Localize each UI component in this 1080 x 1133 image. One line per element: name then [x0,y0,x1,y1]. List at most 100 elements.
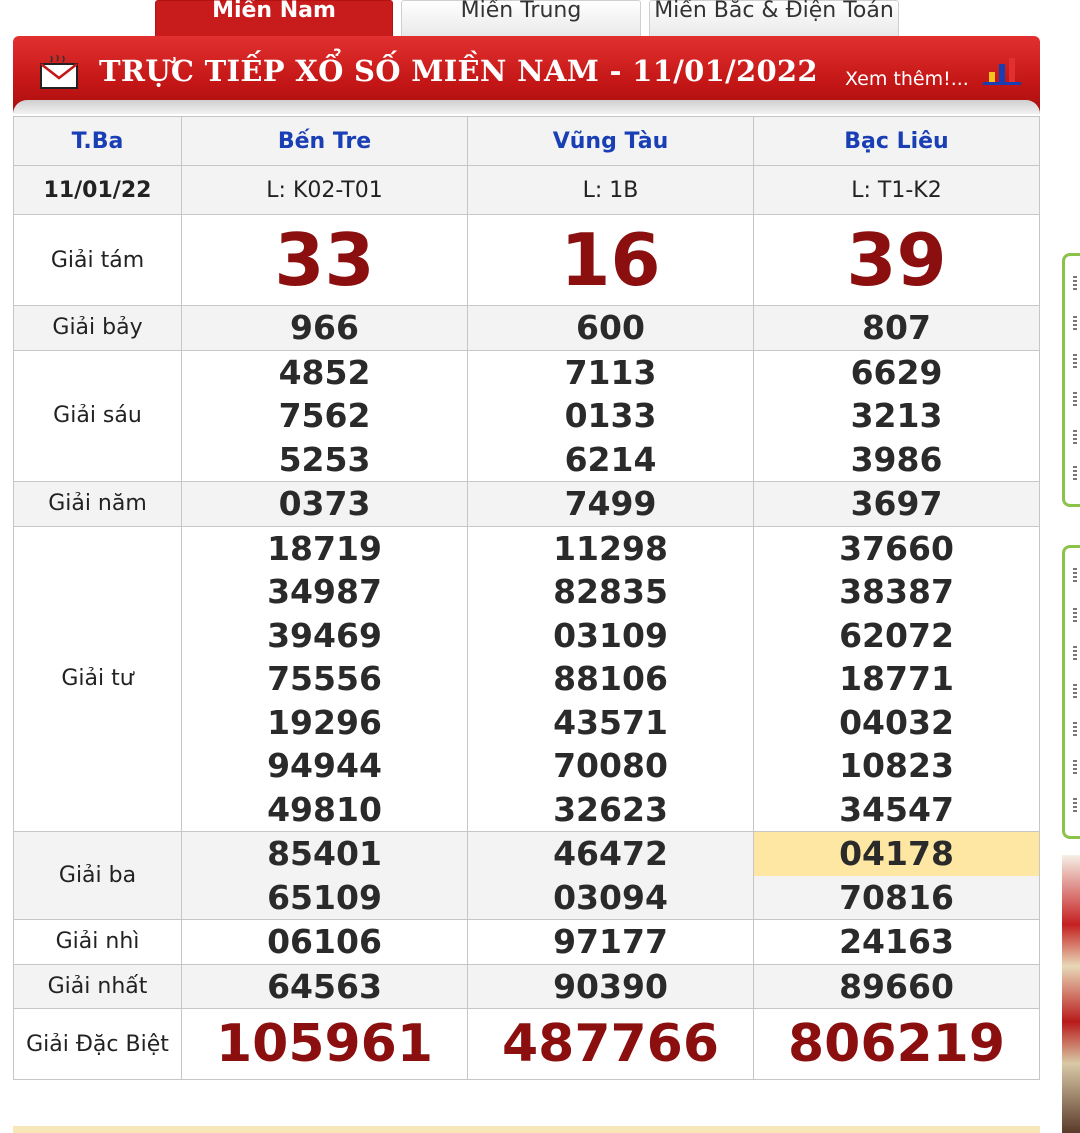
result-cell: 64563 [181,963,468,1009]
result-number: 37660 [754,527,1039,571]
result-cell: 89660 [753,963,1040,1009]
station-code: L: K02-T01 [181,165,468,215]
side-widget [1062,253,1080,507]
list-bullet-icon [1073,466,1077,480]
result-number: 32623 [468,788,753,832]
result-number-text: 19296 [267,702,382,742]
result-number-text: 16 [560,218,661,302]
result-number: 75556 [182,657,467,701]
result-number-text: 49810 [267,789,382,829]
result-cell: 37660 38387 62072 18771 04032 10823 34547 [753,525,1040,832]
result-number-text: 89660 [839,966,954,1006]
results-table: T.Ba Bến Tre Vũng Tàu Bạc Liêu 11/01/22 … [13,116,1040,1080]
result-number-text: 6214 [564,439,657,479]
result-number-text: 04178 [754,832,1039,876]
prize-row: Giải năm 0373 7499 3697 [13,481,1040,527]
result-number: 4852 [182,351,467,395]
result-number-text: 600 [576,308,645,347]
result-number-text: 97177 [553,922,668,961]
result-number-text: 06106 [267,922,382,961]
side-widget [1062,545,1080,839]
result-number: 600 [468,306,753,350]
result-number: 39469 [182,614,467,658]
tab-mien-trung[interactable]: Miền Trung [401,0,641,36]
prize-row: Giải sáu 4852 7562 5253 7113 0133 6214 6629 3213… [13,349,1040,482]
result-number-text: 62072 [839,615,954,655]
result-number-text: 94944 [267,746,382,785]
result-number: 39 [754,215,1039,305]
see-more-link[interactable]: Xem thêm!... [845,68,969,90]
list-bullet-icon [1073,568,1077,582]
prize-row: Giải nhất 64563 90390 89660 [13,963,1040,1009]
result-cell: 487766 [467,1008,754,1080]
prize-row: Giải tư 18719 34987 39469 75556 19296 94944 498… [13,525,1040,832]
header-shade [13,100,1040,114]
result-number: 03094 [468,876,753,920]
result-number: 38387 [754,570,1039,614]
stations-row: T.Ba Bến Tre Vũng Tàu Bạc Liêu [13,116,1040,166]
result-number-text: 03109 [553,615,668,655]
result-number-text: 65109 [267,877,382,917]
result-number-text: 32623 [553,789,668,829]
result-number: 24163 [754,920,1039,964]
table-bottom-strip [13,1126,1040,1133]
result-number: 82835 [468,570,753,614]
result-number: 7562 [182,394,467,438]
result-number-text: 75556 [267,659,382,698]
prize-label: Giải bảy [13,305,182,351]
result-number: 03109 [468,614,753,658]
result-number-text: 0133 [564,396,657,435]
prize-row: Giải nhì 06106 97177 24163 [13,919,1040,965]
list-bullet-icon [1073,276,1077,290]
result-number-text: 3986 [850,439,943,479]
result-number-text: 34547 [839,789,954,829]
result-number: 18771 [754,657,1039,701]
side-advertisement[interactable] [1062,855,1080,1133]
prize-row: Giải ba 85401 65109 46472 03094 04178 70816 [13,831,1040,920]
station-code: L: 1B [467,165,754,215]
result-number-text: 966 [290,308,359,347]
prize-label: Giải Đặc Biệt [13,1008,182,1080]
result-number-text: 18719 [267,528,382,568]
result-number-text: 11298 [553,528,668,568]
result-number-text: 7113 [564,352,657,392]
result-number-text: 24163 [839,922,954,961]
list-bullet-icon [1073,722,1077,736]
tab-mien-nam[interactable]: Miền Nam [155,0,393,36]
result-number-text: 03094 [553,877,668,917]
result-cell: 04178 70816 [753,831,1040,920]
tab-mien-bac-dien-toan[interactable]: Miền Bắc & Điện Toán [649,0,899,36]
list-bullet-icon [1073,760,1077,774]
result-number: 85401 [182,832,467,876]
prize-label: Giải tư [13,525,182,832]
station-name[interactable]: Bến Tre [181,116,468,166]
prize-label: Giải tám [13,214,182,306]
result-number-text: 0373 [278,484,371,523]
result-number: 487766 [468,1009,753,1079]
result-number: 0373 [182,482,467,526]
station-code: L: T1-K2 [753,165,1040,215]
result-number: 46472 [468,832,753,876]
station-name[interactable]: Bạc Liêu [753,116,1040,166]
prize-label: Giải sáu [13,349,182,482]
result-number-text: 5253 [278,439,371,479]
result-number: 70816 [754,876,1039,920]
result-number-text: 487766 [501,1014,720,1074]
result-number: 88106 [468,657,753,701]
result-number-text: 10823 [839,746,954,785]
bar-chart-icon[interactable] [983,56,1021,86]
result-number: 6214 [468,438,753,482]
result-cell: 3697 [753,481,1040,527]
result-cell: 16 [467,214,754,306]
result-cell: 0373 [181,481,468,527]
result-number: 43571 [468,701,753,745]
station-name[interactable]: Vũng Tàu [467,116,754,166]
result-number-text: 7562 [278,396,371,435]
result-number: 34987 [182,570,467,614]
result-number: 0133 [468,394,753,438]
result-number: 34547 [754,788,1039,832]
result-number: 70080 [468,744,753,788]
results-header: TRỰC TIẾP XỔ SỐ MIỀN NAM - 11/01/2022 Xe… [13,36,1040,114]
result-number-text: 90390 [553,966,668,1006]
prize-label: Giải năm [13,481,182,527]
